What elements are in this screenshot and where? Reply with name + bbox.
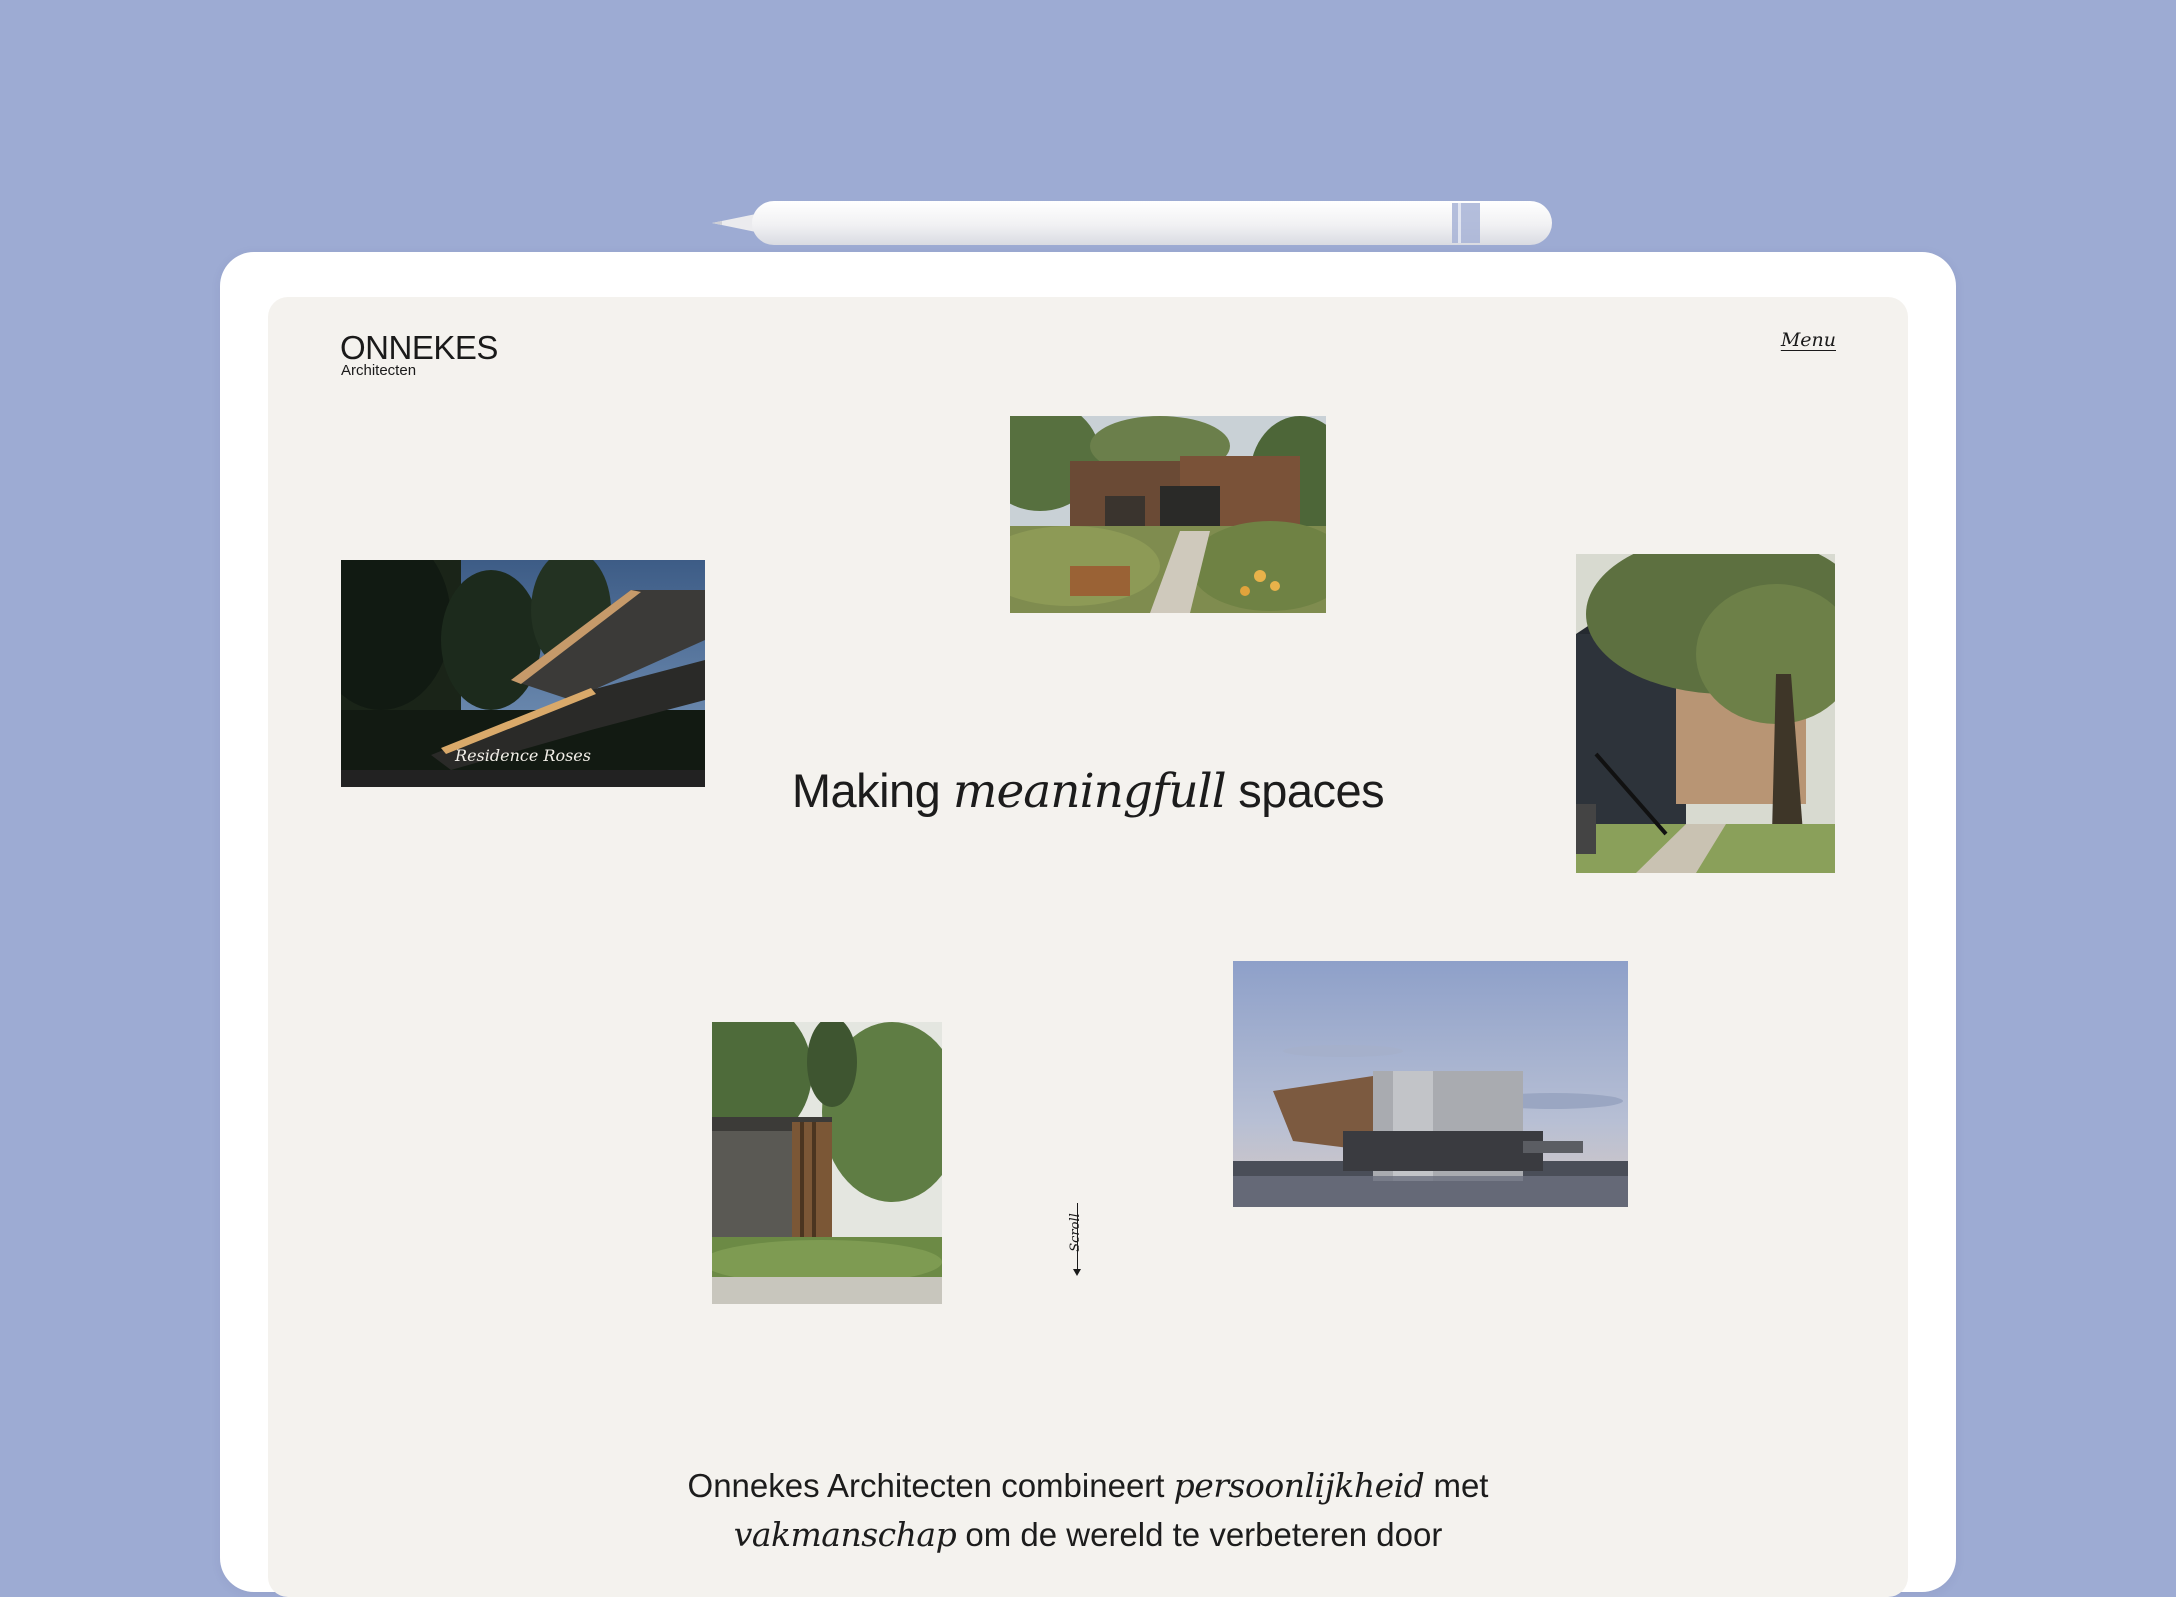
- intro-line-1-emphasis: persoonlijkheid: [1173, 1466, 1425, 1505]
- hero-text-before: Making: [791, 764, 941, 817]
- project-photo-garden-house[interactable]: [1010, 416, 1326, 613]
- logo-name: ONNEKES: [340, 329, 498, 366]
- pencil-decoration: [712, 201, 1552, 245]
- intro-line-2-emphasis: vakmanschap: [733, 1515, 957, 1554]
- menu-link[interactable]: Menu: [1781, 329, 1836, 351]
- scroll-indicator[interactable]: Scroll: [1058, 1203, 1088, 1279]
- tree-house-image: [1576, 554, 1835, 873]
- scroll-line: [1077, 1203, 1078, 1273]
- modern-villa-image: [1233, 961, 1628, 1207]
- scroll-label: Scroll: [1067, 1213, 1083, 1252]
- project-photo-residence-roses[interactable]: Residence Roses: [341, 560, 705, 787]
- intro-line-2: vakmanschap om de wereld te verbeteren d…: [268, 1510, 1908, 1559]
- project-photo-pavilion[interactable]: [712, 1022, 942, 1304]
- intro-line-1: Onnekes Architecten combineert persoonli…: [268, 1461, 1908, 1510]
- intro-line-1-after: met: [1433, 1467, 1489, 1504]
- hero-heading: Making meaningfull spaces: [268, 763, 1908, 819]
- intro-line-1-before: Onnekes Architecten combineert: [687, 1467, 1165, 1504]
- project-photo-tree-house[interactable]: [1576, 554, 1835, 873]
- intro-line-2-after: om de wereld te verbeteren door: [965, 1516, 1443, 1553]
- arrow-down-icon: [1073, 1269, 1081, 1276]
- project-photo-modern-villa[interactable]: [1233, 961, 1628, 1207]
- website-screen: ONNEKES Architecten Menu Residence Roses…: [268, 297, 1908, 1597]
- hero-text-emphasis: meaningfull: [952, 764, 1227, 819]
- garden-house-image: [1010, 416, 1326, 613]
- pavilion-image: [712, 1022, 942, 1304]
- hero-text-after: spaces: [1238, 764, 1385, 817]
- logo[interactable]: ONNEKES Architecten: [340, 329, 498, 379]
- intro-text: Onnekes Architecten combineert persoonli…: [268, 1461, 1908, 1559]
